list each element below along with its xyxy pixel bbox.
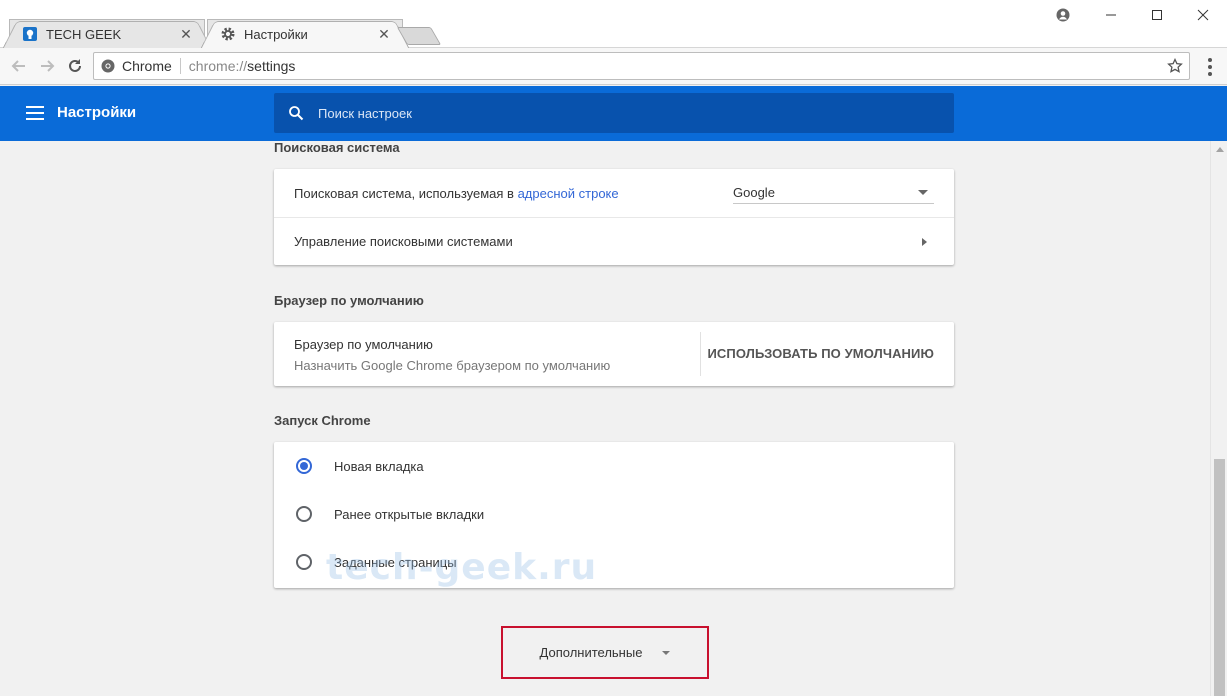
hamburger-menu-icon[interactable] [26,106,44,120]
section-title-search-engine: Поисковая система [274,140,400,155]
search-engine-select[interactable]: Google [733,181,934,204]
radio-unchecked[interactable] [296,554,312,570]
dropdown-caret-icon [918,190,928,195]
default-browser-secondary: Назначить Google Chrome браузером по умо… [294,358,611,373]
scrollbar[interactable] [1210,141,1227,696]
bookmark-star-icon[interactable] [1167,57,1183,74]
tab-tech-geek[interactable]: TECH GEEK ✕ [2,19,212,49]
menu-dots-icon[interactable] [1202,58,1218,76]
scrollbar-thumb[interactable] [1214,459,1225,696]
default-browser-card: Браузер по умолчанию Назначить Google Ch… [274,322,954,386]
radio-label: Ранее открытые вкладки [334,507,485,522]
reload-icon[interactable] [63,54,87,78]
url-text[interactable]: chrome://settings [189,58,296,74]
chrome-icon [100,58,116,74]
radio-checked[interactable] [296,458,312,474]
lightbulb-icon [22,26,38,42]
divider [179,58,181,74]
scroll-up-arrow-icon[interactable] [1216,147,1224,152]
section-title-default-browser: Браузер по умолчанию [274,293,424,308]
search-input[interactable] [318,105,918,121]
radio-unchecked[interactable] [296,506,312,522]
page-title: Настройки [57,104,137,121]
tab-settings[interactable]: Настройки ✕ [200,19,410,49]
chevron-down-icon [662,650,671,655]
back-arrow-icon[interactable] [7,54,31,78]
search-icon [288,105,304,121]
close-icon[interactable]: ✕ [178,26,194,42]
browser-toolbar: Chrome chrome://settings [0,48,1227,85]
window-close-icon[interactable] [1180,0,1226,30]
address-bar[interactable]: Chrome chrome://settings [93,52,1190,80]
maximize-icon[interactable] [1134,0,1180,30]
search-engine-label: Поисковая система, используемая в адресн… [294,185,619,201]
default-browser-text: Браузер по умолчанию Назначить Google Ch… [294,337,610,373]
advanced-label: Дополнительные [539,645,643,660]
chevron-right-icon [922,238,927,246]
startup-option-new-tab[interactable]: Новая вкладка [274,442,954,490]
close-icon[interactable]: ✕ [376,26,392,42]
title-bar: TECH GEEK ✕ Настройки ✕ [0,0,1227,49]
new-tab-button[interactable] [396,27,442,45]
startup-card: Новая вкладка Ранее открытые вкладки Зад… [274,442,954,588]
startup-option-previous-tabs[interactable]: Ранее открытые вкладки [274,490,954,538]
forward-arrow-icon[interactable] [35,54,59,78]
section-title-startup: Запуск Chrome [274,413,371,428]
tab-title: TECH GEEK [46,26,122,42]
site-name: Chrome [122,58,172,74]
profile-icon[interactable] [1040,0,1086,30]
tab-title: Настройки [244,26,308,42]
use-default-button[interactable]: ИСПОЛЬЗОВАТЬ ПО УМОЛЧАНИЮ [707,346,934,361]
divider [700,332,701,376]
search-engine-card: Поисковая система, используемая в адресн… [274,169,954,265]
settings-header: Настройки [0,86,1227,141]
search-engine-row: Поисковая система, используемая в адресн… [274,169,954,217]
address-bar-link[interactable]: адресной строке [518,186,619,201]
manage-search-engines-label: Управление поисковыми системами [294,234,513,249]
advanced-button[interactable]: Дополнительные [501,626,709,679]
radio-label: Заданные страницы [334,555,457,570]
search-box[interactable] [274,93,954,133]
minimize-icon[interactable] [1088,0,1134,30]
default-browser-primary: Браузер по умолчанию [294,337,433,352]
startup-option-specific-pages[interactable]: Заданные страницы [274,538,954,586]
manage-search-engines-row[interactable]: Управление поисковыми системами [274,217,954,265]
radio-label: Новая вкладка [334,459,424,474]
gear-icon [220,26,236,42]
selected-engine: Google [733,185,775,200]
